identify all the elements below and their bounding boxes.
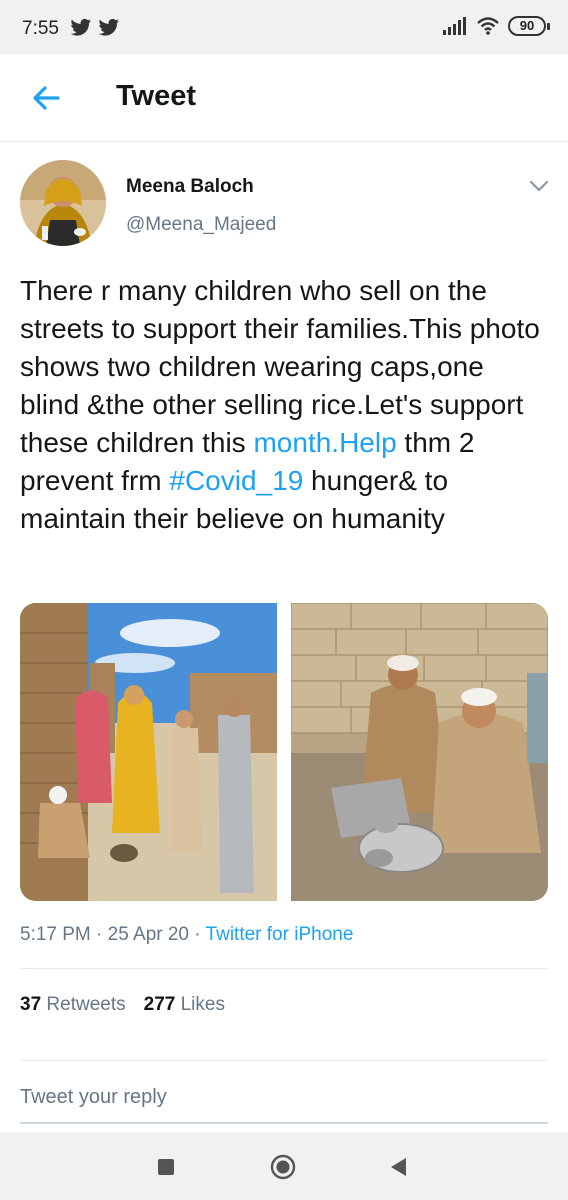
- hashtag-link[interactable]: #Covid_19: [169, 465, 303, 496]
- divider: [20, 968, 548, 969]
- tweet-link[interactable]: month.Help: [253, 427, 396, 458]
- tweet-time: 5:17 PM: [20, 924, 91, 945]
- tweet-source-link[interactable]: Twitter for iPhone: [206, 924, 354, 945]
- likes-count: 277: [143, 994, 176, 1015]
- retweets-label: Retweets: [46, 994, 126, 1015]
- twitter-bird-icon: [98, 18, 120, 36]
- author-name[interactable]: Meena Baloch: [126, 176, 254, 198]
- reply-input[interactable]: Tweet your reply: [20, 1086, 548, 1109]
- header: Tweet: [0, 54, 568, 142]
- divider: [20, 1060, 548, 1061]
- likes-stat[interactable]: 277 Likes: [144, 994, 225, 1016]
- battery-icon: 90: [508, 16, 550, 36]
- tweet-photo-street[interactable]: [20, 603, 277, 901]
- tweet-photo-children[interactable]: [291, 603, 548, 901]
- tweet-photos: [20, 603, 548, 901]
- tweet-date: 25 Apr 20: [107, 924, 189, 945]
- status-time: 7:55: [22, 18, 59, 39]
- meta-separator: ·: [96, 924, 103, 945]
- system-nav-bar: [0, 1132, 568, 1200]
- recents-square-icon[interactable]: [153, 1154, 179, 1180]
- likes-label: Likes: [180, 994, 225, 1015]
- signal-icon: [443, 17, 466, 35]
- status-icons: 90: [442, 16, 550, 36]
- author-handle[interactable]: @Meena_Majeed: [126, 214, 276, 236]
- tweet-timestamp: 5:17 PM · 25 Apr 20 · Twitter for iPhone: [20, 924, 353, 946]
- home-circle-icon[interactable]: [270, 1154, 296, 1180]
- chevron-down-icon[interactable]: [528, 176, 550, 196]
- avatar[interactable]: [20, 160, 106, 246]
- page-title: Tweet: [116, 80, 197, 112]
- retweets-count: 37: [20, 994, 42, 1015]
- retweets-stat[interactable]: 37 Retweets: [20, 994, 126, 1016]
- meta-separator: ·: [194, 924, 201, 945]
- status-bar: 7:55 90: [0, 0, 568, 54]
- back-arrow-icon[interactable]: [28, 80, 64, 116]
- reply-underline: [20, 1122, 548, 1124]
- back-triangle-icon[interactable]: [386, 1154, 412, 1180]
- tweet-text: There r many children who sell on the st…: [20, 272, 550, 538]
- wifi-icon: [477, 17, 499, 35]
- twitter-bird-icon: [70, 18, 92, 36]
- tweet-stats: 37 Retweets 277 Likes: [20, 994, 225, 1016]
